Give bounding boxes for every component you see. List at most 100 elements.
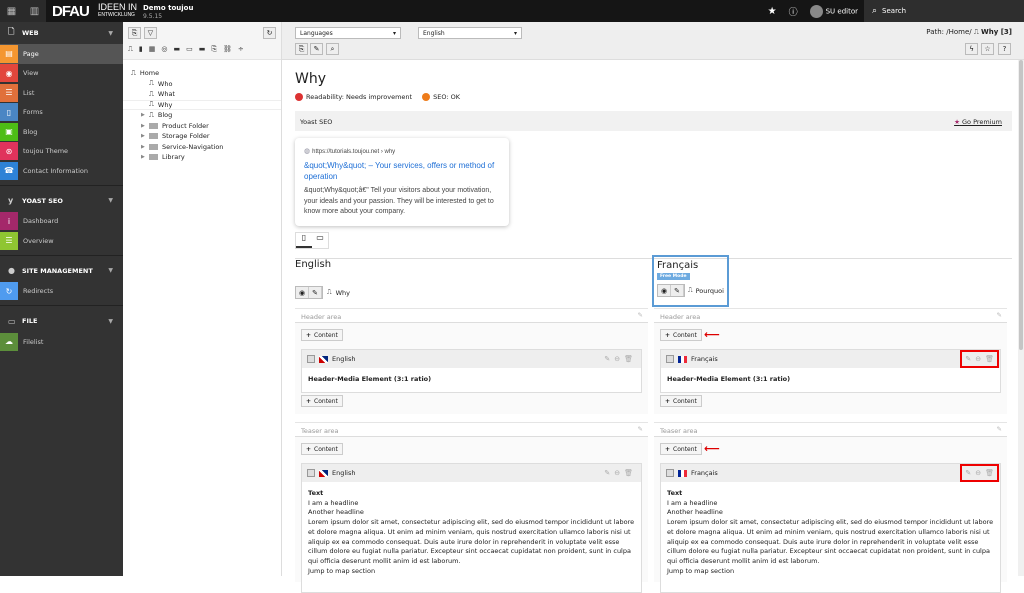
- module-list[interactable]: ☰ List: [0, 83, 123, 103]
- search-button[interactable]: ⌕ Search: [864, 0, 1024, 22]
- edit-icon[interactable]: ✎: [965, 469, 971, 477]
- go-premium-link[interactable]: ★ Go Premium: [954, 118, 1002, 126]
- delete-icon[interactable]: 🗑: [624, 355, 633, 363]
- toggle-visibility-icon[interactable]: ⊖: [975, 355, 981, 363]
- refresh-icon[interactable]: ↻: [263, 27, 276, 39]
- page-shortcut-icon[interactable]: ⎘: [211, 45, 217, 54]
- contact-icon: ☎: [0, 161, 18, 180]
- tree-node-what[interactable]: ⎍ What: [123, 89, 281, 100]
- link-icon[interactable]: ⛓: [223, 45, 232, 54]
- edit-pencil-icon[interactable]: ✎: [309, 287, 322, 298]
- filter-icon[interactable]: ▽: [144, 27, 157, 39]
- page-doktype-icon[interactable]: ⎍: [128, 45, 133, 54]
- add-content-button[interactable]: + Content: [301, 395, 343, 407]
- snippet-title[interactable]: &quot;Why&quot; – Your services, offers …: [304, 161, 500, 182]
- module-blog[interactable]: ▣ Blog: [0, 122, 123, 142]
- new-content-button[interactable]: ⎘: [295, 43, 308, 55]
- language-select[interactable]: English ▾: [418, 27, 522, 39]
- tree-node-who[interactable]: ⎍ Who: [123, 79, 281, 90]
- edit-icon[interactable]: ✎: [604, 355, 610, 363]
- section-yoast-seo[interactable]: y YOAST SEO ▼: [0, 190, 123, 212]
- module-filelist[interactable]: ☁ Filelist: [0, 332, 123, 352]
- chevron-down-icon: ▾: [392, 29, 396, 37]
- add-content-button[interactable]: + Content: [660, 329, 702, 341]
- module-toujou-theme[interactable]: ⊛ toujou Theme: [0, 142, 123, 162]
- tree-node-home[interactable]: ⎍ Home: [123, 68, 281, 79]
- module-contact-information[interactable]: ☎ Contact Information: [0, 161, 123, 181]
- edit-icon[interactable]: ✎: [965, 355, 971, 363]
- bookmark-icon[interactable]: ☆: [981, 43, 994, 55]
- module-view[interactable]: ◉ View: [0, 64, 123, 84]
- add-content-button[interactable]: + Content: [660, 443, 702, 455]
- edit-icon[interactable]: ✎: [604, 469, 610, 477]
- jump-link[interactable]: Jump to map section: [667, 567, 994, 577]
- section-file[interactable]: ▭ FILE ▼: [0, 310, 123, 332]
- expand-icon[interactable]: ▶: [141, 112, 149, 118]
- expand-icon[interactable]: ▶: [141, 154, 149, 160]
- expand-icon[interactable]: ▶: [141, 144, 149, 150]
- add-content-button[interactable]: + Content: [660, 395, 702, 407]
- module-page[interactable]: ▤ Page: [0, 44, 123, 64]
- module-dashboard[interactable]: i Dashboard: [0, 212, 123, 232]
- add-content-button[interactable]: + Content: [301, 329, 343, 341]
- folder-icon[interactable]: ▬: [199, 45, 206, 54]
- tree-node-product-folder[interactable]: ▶ Product Folder: [123, 121, 281, 132]
- edit-pencil-icon[interactable]: ✎: [671, 285, 684, 296]
- bookmark-star-icon[interactable]: ★: [762, 6, 783, 17]
- jump-link[interactable]: Jump to map section: [308, 567, 635, 577]
- desktop-icon[interactable]: ▭: [312, 233, 328, 248]
- module-forms[interactable]: ▯ Forms: [0, 103, 123, 123]
- page-grid-icon[interactable]: ▦: [149, 45, 156, 54]
- pagetree-toggle-icon[interactable]: ▥: [30, 6, 39, 17]
- select-checkbox[interactable]: [307, 355, 315, 363]
- page-media-icon[interactable]: ▬: [174, 45, 181, 54]
- tree-node-storage-folder[interactable]: ▶ Storage Folder: [123, 131, 281, 142]
- expand-icon[interactable]: ▶: [141, 133, 149, 139]
- mobile-icon[interactable]: ▯: [296, 233, 312, 248]
- help-button[interactable]: ?: [998, 43, 1011, 55]
- delete-icon[interactable]: 🗑: [985, 469, 994, 477]
- toggle-visibility-icon[interactable]: ⊖: [975, 469, 981, 477]
- page-globe-icon[interactable]: ◎: [161, 45, 167, 54]
- add-content-button[interactable]: + Content: [301, 443, 343, 455]
- tree-node-service-navigation[interactable]: ▶ Service-Navigation: [123, 142, 281, 153]
- expand-icon[interactable]: ▶: [141, 123, 149, 129]
- page-menu-icon[interactable]: ▭: [186, 45, 193, 54]
- spacer-icon[interactable]: ÷: [238, 45, 244, 54]
- tree-node-library[interactable]: ▶ Library: [123, 152, 281, 163]
- search-icon[interactable]: ⌕: [326, 43, 339, 55]
- blog-icon: ▣: [0, 122, 18, 141]
- section-site-management[interactable]: ● SITE MANAGEMENT ▼: [0, 260, 123, 282]
- page-icon: ⎍: [973, 28, 979, 36]
- user-menu[interactable]: SU editor: [804, 4, 864, 18]
- page-icon: ⎍: [688, 286, 693, 294]
- edit-column-icon[interactable]: ✎: [997, 311, 1002, 319]
- module-menu-toggle-icon[interactable]: ▦: [7, 6, 16, 17]
- help-icon[interactable]: ⓘ: [783, 5, 804, 18]
- section-web[interactable]: 🗋 WEB ▼: [0, 22, 123, 44]
- module-overview[interactable]: ☰ Overview: [0, 231, 123, 251]
- view-eye-icon[interactable]: ◉: [658, 285, 671, 296]
- languages-select[interactable]: Languages ▾: [295, 27, 401, 39]
- delete-icon[interactable]: 🗑: [624, 469, 633, 477]
- toggle-visibility-icon[interactable]: ⊖: [614, 355, 620, 363]
- page-standard-icon[interactable]: ▮: [139, 45, 143, 54]
- module-redirects[interactable]: ↻ Redirects: [0, 282, 123, 302]
- edit-column-icon[interactable]: ✎: [638, 425, 643, 433]
- edit-column-icon[interactable]: ✎: [997, 425, 1002, 433]
- new-page-button[interactable]: ⎘: [128, 27, 141, 39]
- scrollbar[interactable]: [1018, 60, 1024, 576]
- edit-column-icon[interactable]: ✎: [638, 311, 643, 319]
- clear-cache-icon[interactable]: ϟ: [965, 43, 978, 55]
- site-name: Demo toujou: [143, 4, 194, 12]
- select-checkbox[interactable]: [666, 469, 674, 477]
- select-checkbox[interactable]: [307, 469, 315, 477]
- select-checkbox[interactable]: [666, 355, 674, 363]
- view-eye-icon[interactable]: ◉: [296, 287, 309, 298]
- toggle-visibility-icon[interactable]: ⊖: [614, 469, 620, 477]
- tree-node-why[interactable]: ⎍ Why: [123, 99, 281, 110]
- logo[interactable]: DFAU: [52, 3, 90, 20]
- tree-node-blog[interactable]: ▶ ⎍ Blog: [123, 110, 281, 121]
- edit-page-button[interactable]: ✎: [310, 43, 323, 55]
- delete-icon[interactable]: 🗑: [985, 355, 994, 363]
